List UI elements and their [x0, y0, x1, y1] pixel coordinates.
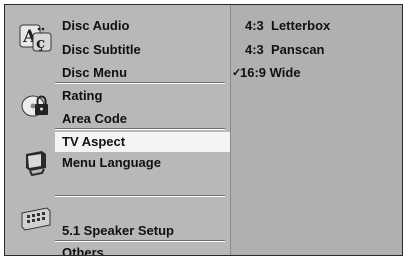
divider	[55, 82, 225, 84]
setup-menu-window: A ç Disc Audio Disc Subtitle Disc Menu R…	[4, 4, 403, 256]
tv-icon	[22, 148, 50, 181]
svg-text:ç: ç	[36, 34, 45, 52]
menu-item-disc-subtitle[interactable]: Disc Subtitle	[62, 42, 141, 58]
option-wide[interactable]: 16:9 Wide	[240, 65, 301, 81]
menu-item-disc-audio[interactable]: Disc Audio	[62, 18, 129, 34]
option-panscan[interactable]: 4:3 Panscan	[245, 42, 325, 58]
speaker-icon	[19, 205, 53, 238]
lock-disc-icon	[21, 92, 51, 123]
option-letterbox[interactable]: 4:3 Letterbox	[245, 18, 330, 34]
menu-item-rating[interactable]: Rating	[62, 88, 102, 104]
divider	[55, 240, 225, 242]
menu-item-area-code[interactable]: Area Code	[62, 111, 127, 127]
language-icon: A ç	[19, 23, 53, 58]
menu-item-menu-language[interactable]: Menu Language	[62, 155, 161, 171]
options-panel: 4:3 Letterbox 4:3 Panscan ✓ 16:9 Wide	[231, 5, 402, 255]
divider	[55, 128, 225, 130]
menu-panel: A ç Disc Audio Disc Subtitle Disc Menu R…	[5, 5, 230, 255]
menu-item-disc-menu[interactable]: Disc Menu	[62, 65, 127, 81]
menu-item-tv-aspect[interactable]: TV Aspect	[62, 134, 125, 150]
menu-item-others[interactable]: Others	[62, 245, 104, 255]
divider	[55, 195, 225, 197]
menu-item-speaker-setup[interactable]: 5.1 Speaker Setup	[62, 223, 174, 239]
